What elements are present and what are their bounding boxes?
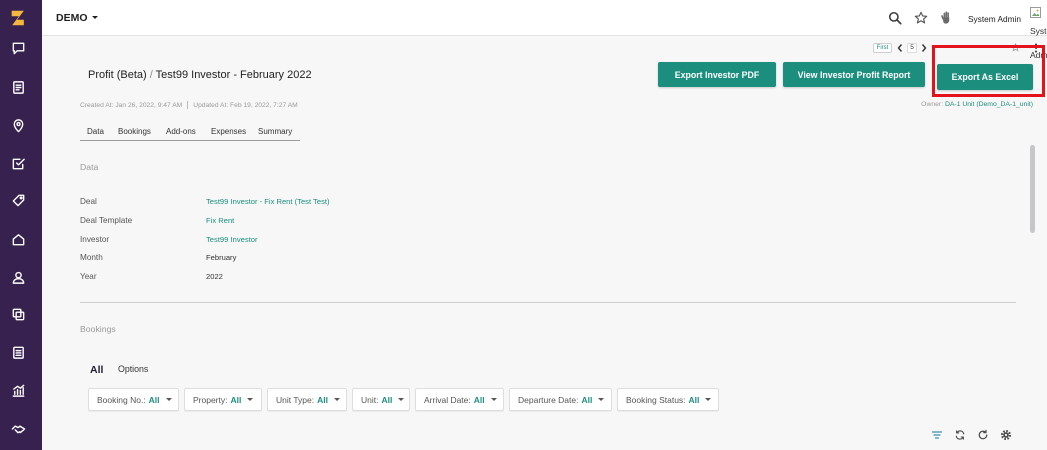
breadcrumb-parent[interactable]: Profit (Beta) — [88, 69, 147, 81]
view-all-tab[interactable]: All — [90, 364, 103, 376]
user-name[interactable]: System Admin — [968, 14, 1021, 24]
filter-label: Departure Date: — [518, 394, 579, 405]
highlight-box — [932, 45, 1045, 97]
document-list-icon[interactable] — [11, 80, 26, 95]
filter-booking-no[interactable]: Booking No.: All — [88, 388, 179, 411]
record-owner: Owner: DA-1 Unit (Demo_DA-1_unit) — [921, 101, 1033, 108]
export-investor-pdf-button[interactable]: Export Investor PDF — [658, 62, 776, 87]
user-icon[interactable] — [11, 270, 26, 285]
field-value-investor[interactable]: Test99 Investor — [206, 235, 258, 244]
tab-add-ons[interactable]: Add-ons — [166, 127, 196, 136]
view-investor-profit-report-button[interactable]: View Investor Profit Report — [783, 62, 925, 87]
field-value-deal[interactable]: Test99 Investor - Fix Rent (Test Test) — [206, 197, 330, 206]
bookings-section-heading: Bookings — [80, 324, 116, 334]
record-meta: Created At: Jan 26, 2022, 9:47 AM Update… — [80, 101, 298, 109]
filter-label: Unit: — [361, 394, 379, 405]
map-pin-icon[interactable] — [11, 118, 26, 133]
copy-icon[interactable] — [11, 307, 26, 322]
filter-label: Property: — [193, 394, 228, 405]
chevron-down-icon — [398, 398, 405, 401]
created-at: Created At: Jan 26, 2022, 9:47 AM — [80, 101, 183, 109]
top-bar: DEMO System Admin System Admin — [42, 0, 1047, 60]
filter-label: Booking Status: — [626, 394, 686, 405]
org-name: DEMO — [56, 12, 88, 24]
chevron-down-icon — [247, 398, 254, 401]
chevron-down-icon — [705, 398, 712, 401]
updated-at: Updated At: Feb 19, 2022, 7:27 AM — [193, 101, 298, 109]
owner-label: Owner: — [921, 101, 944, 108]
filter-value: All — [581, 394, 593, 405]
field-value-month: February — [206, 253, 237, 262]
tab-summary[interactable]: Summary — [258, 127, 292, 136]
filter-unit-type[interactable]: Unit Type: All — [267, 388, 347, 411]
field-label-deal: Deal — [80, 197, 97, 206]
settings-icon[interactable] — [1000, 429, 1012, 441]
org-switcher[interactable]: DEMO — [56, 12, 98, 24]
search-icon[interactable] — [888, 11, 902, 25]
view-options-tab[interactable]: Options — [118, 364, 148, 374]
tab-expenses[interactable]: Expenses — [211, 127, 246, 136]
filter-value: All — [381, 394, 393, 405]
data-section-heading: Data — [80, 162, 99, 172]
filter-arrival-date[interactable]: Arrival Date: All — [415, 388, 504, 411]
tab-data[interactable]: Data — [87, 127, 104, 136]
filter-value: All — [317, 394, 328, 405]
filter-value: All — [688, 394, 700, 405]
sync-icon[interactable] — [954, 429, 966, 441]
field-label-investor: Investor — [80, 235, 110, 244]
filter-label: Arrival Date: — [424, 394, 471, 405]
chevron-right-icon[interactable] — [920, 43, 928, 53]
clipboard-icon[interactable] — [11, 345, 26, 360]
field-label-month: Month — [80, 253, 103, 262]
hand-icon[interactable] — [941, 11, 951, 24]
chevron-down-icon — [490, 398, 497, 401]
bar-chart-icon[interactable] — [11, 383, 26, 398]
field-value-year: 2022 — [206, 272, 223, 281]
field-label-year: Year — [80, 272, 97, 281]
filter-label: Booking No.: — [97, 394, 146, 405]
chat-icon[interactable] — [11, 41, 26, 56]
chevron-down-icon — [165, 398, 172, 401]
sidebar — [0, 0, 42, 450]
chevron-down-icon — [598, 398, 605, 401]
filter-value: All — [230, 394, 242, 405]
filter-label: Unit Type: — [276, 394, 315, 405]
tab-bookings[interactable]: Bookings — [118, 127, 151, 136]
field-value-deal-template[interactable]: Fix Rent — [206, 216, 234, 225]
filter-icon[interactable] — [931, 429, 943, 441]
app-window: DEMO System Admin System Admin First 5 — [0, 0, 1047, 450]
record-title: Test99 Investor - February 2022 — [155, 69, 312, 81]
broken-image-icon — [1030, 7, 1041, 18]
filter-value: All — [148, 394, 160, 405]
pagination-current-page[interactable]: 5 — [907, 43, 917, 53]
filter-value: All — [473, 394, 485, 405]
chevron-down-icon — [91, 16, 98, 19]
tag-icon[interactable] — [11, 193, 26, 208]
filter-property[interactable]: Property: All — [184, 388, 262, 411]
home-icon[interactable] — [11, 232, 26, 247]
page-title: Profit (Beta) / Test99 Investor - Februa… — [88, 69, 312, 81]
owner-link[interactable]: DA-1 Unit (Demo_DA-1_unit) — [945, 101, 1033, 108]
filter-booking-status[interactable]: Booking Status: All — [617, 388, 719, 411]
chevron-down-icon — [334, 398, 340, 401]
scrollbar-thumb[interactable] — [1030, 145, 1035, 233]
filter-unit[interactable]: Unit: All — [352, 388, 410, 411]
refresh-icon[interactable] — [977, 429, 989, 441]
star-icon[interactable] — [914, 11, 928, 25]
filter-departure-date[interactable]: Departure Date: All — [509, 388, 612, 411]
checklist-icon[interactable] — [11, 156, 26, 171]
pagination-first-button[interactable]: First — [873, 43, 892, 53]
tab-bar: Data Bookings Add-ons Expenses Summary — [80, 125, 300, 141]
handshake-icon[interactable] — [11, 421, 26, 436]
field-label-deal-template: Deal Template — [80, 216, 133, 225]
chevron-left-icon[interactable] — [896, 43, 904, 53]
meta-divider — [187, 101, 189, 109]
breadcrumb-separator: / — [149, 69, 153, 81]
logo[interactable] — [9, 9, 27, 27]
section-divider — [80, 302, 1016, 303]
